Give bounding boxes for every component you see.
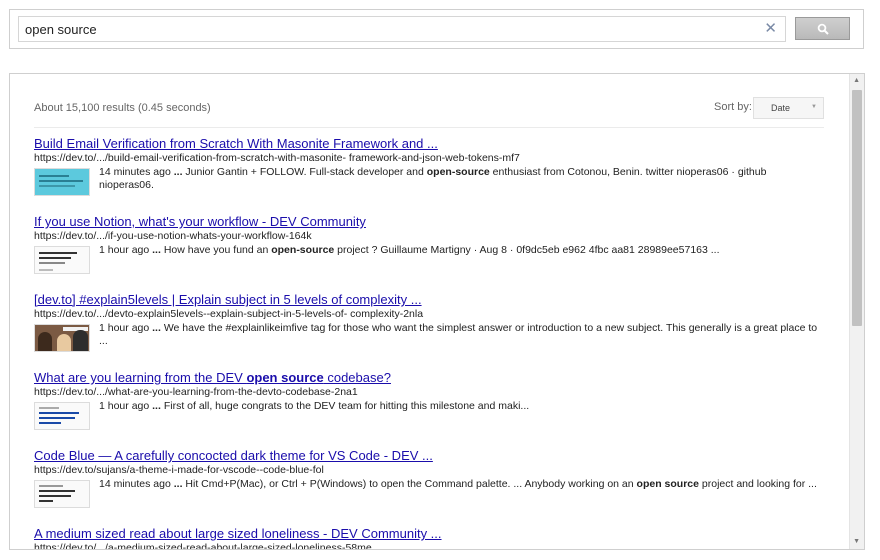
result-snippet: 14 minutes ago ... Junior Gantin + FOLLO… — [99, 166, 767, 191]
result-title-link[interactable]: If you use Notion, what's your workflow … — [34, 214, 824, 229]
result-title-link[interactable]: Code Blue — A carefully concocted dark t… — [34, 448, 824, 463]
result-title-link[interactable]: What are you learning from the DEV open … — [34, 370, 824, 385]
scroll-down-arrow-icon[interactable]: ▼ — [853, 538, 860, 546]
sort-label: Sort by: — [714, 101, 752, 113]
result-snippet: 1 hour ago ... We have the #explainlikei… — [99, 322, 818, 347]
search-button[interactable] — [795, 17, 850, 40]
result-thumbnail[interactable] — [34, 246, 90, 274]
sort-value: Date — [771, 103, 791, 113]
result-item: A medium sized read about large sized lo… — [34, 526, 824, 550]
result-title-link[interactable]: [dev.to] #explain5levels | Explain subje… — [34, 292, 824, 307]
search-panel: ✕ — [9, 9, 864, 49]
result-url: https://dev.to/sujans/a-theme-i-made-for… — [34, 464, 324, 476]
result-snippet: 1 hour ago ... First of all, huge congra… — [99, 400, 530, 412]
divider — [34, 127, 824, 128]
clear-search-icon[interactable]: ✕ — [764, 20, 777, 38]
result-title-link[interactable]: Build Email Verification from Scratch Wi… — [34, 136, 824, 151]
result-url: https://dev.to/.../what-are-you-learning… — [34, 386, 358, 398]
result-url: https://dev.to/.../devto-explain5levels-… — [34, 308, 424, 320]
result-snippet: 14 minutes ago ... Hit Cmd+P(Mac), or Ct… — [99, 478, 817, 490]
result-thumbnail[interactable] — [34, 168, 90, 196]
search-input[interactable] — [25, 17, 745, 41]
result-item: If you use Notion, what's your workflow … — [34, 214, 824, 274]
result-url: https://dev.to/.../if-you-use-notion-wha… — [34, 230, 312, 242]
result-thumbnail[interactable] — [34, 480, 90, 508]
result-item: [dev.to] #explain5levels | Explain subje… — [34, 292, 824, 352]
result-stats: About 15,100 results (0.45 seconds) — [34, 102, 211, 114]
result-item: Build Email Verification from Scratch Wi… — [34, 136, 824, 196]
sort-dropdown[interactable]: Date ▼ — [753, 97, 824, 119]
scrollbar-thumb[interactable] — [852, 90, 862, 326]
result-item: What are you learning from the DEV open … — [34, 370, 824, 430]
result-url: https://dev.to/.../a-medium-sized-read-a… — [34, 542, 372, 550]
search-icon — [817, 23, 829, 35]
result-item: Code Blue — A carefully concocted dark t… — [34, 448, 824, 508]
chevron-down-icon: ▼ — [811, 104, 817, 110]
scrollbar[interactable]: ▲ ▼ — [849, 74, 864, 549]
scroll-up-arrow-icon[interactable]: ▲ — [853, 77, 860, 85]
result-snippet: 1 hour ago ... How have you fund an open… — [99, 244, 720, 256]
results-panel: About 15,100 results (0.45 seconds) Sort… — [9, 73, 865, 550]
result-title-link[interactable]: A medium sized read about large sized lo… — [34, 526, 824, 541]
result-thumbnail[interactable] — [34, 402, 90, 430]
result-url: https://dev.to/.../build-email-verificat… — [34, 152, 520, 164]
search-input-wrapper: ✕ — [18, 16, 786, 42]
result-thumbnail[interactable] — [34, 324, 90, 352]
